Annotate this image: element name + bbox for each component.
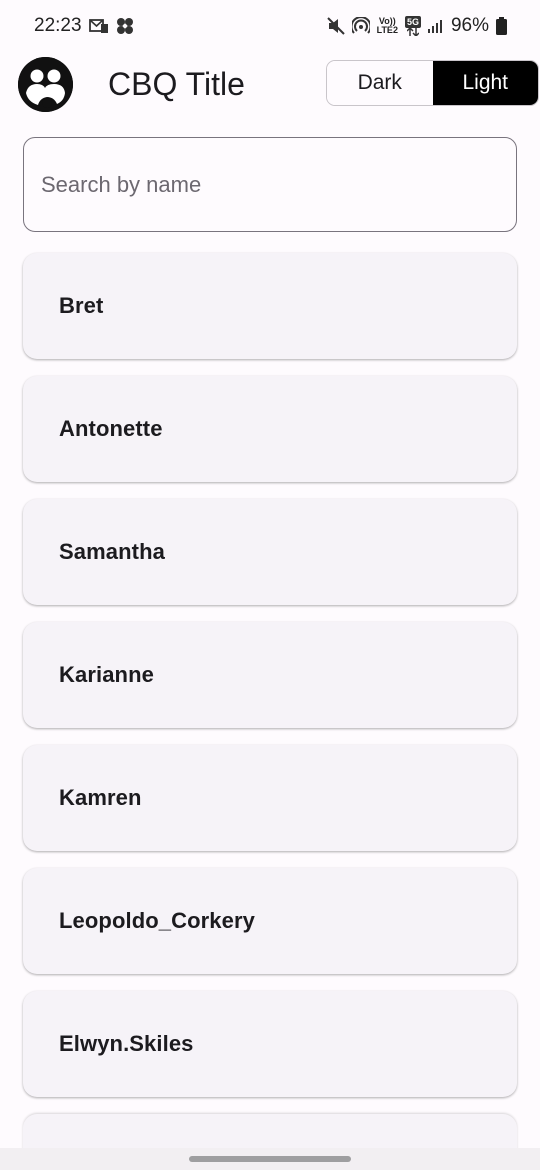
theme-dark-button[interactable]: Dark: [327, 61, 433, 105]
volte-indicator: Vo)) LTE2: [376, 16, 398, 35]
list-item[interactable]: Leopoldo_Corkery: [23, 868, 517, 974]
home-gesture-handle[interactable]: [189, 1156, 351, 1162]
list-item[interactable]: Karianne: [23, 622, 517, 728]
status-time: 22:23: [34, 15, 82, 36]
list-item[interactable]: Antonette: [23, 376, 517, 482]
page-title: CBQ Title: [108, 66, 245, 102]
list-item-name: Karianne: [59, 662, 154, 687]
app-bar: CBQ Title Dark Light: [0, 56, 540, 114]
mute-icon: [326, 17, 345, 35]
theme-light-button[interactable]: Light: [432, 61, 538, 105]
app-screen: 22:23 Vo)) LTE2 5G 96% CBQ Title Dark Li…: [0, 0, 540, 1170]
list-item-name: Samantha: [59, 539, 165, 564]
notification-pinwheel-icon: [116, 17, 134, 35]
hotspot-icon: [351, 17, 370, 35]
list-item[interactable]: Kamren: [23, 745, 517, 851]
battery-icon: [496, 17, 507, 35]
status-right: Vo)) LTE2 5G 96%: [326, 15, 507, 37]
list-item-name: Elwyn.Skiles: [59, 1031, 194, 1056]
notification-mail-icon: [88, 18, 109, 34]
list-item[interactable]: Bret: [23, 253, 517, 359]
status-left: 22:23: [34, 15, 134, 37]
search-input[interactable]: [41, 171, 516, 198]
list-item[interactable]: Elwyn.Skiles: [23, 991, 517, 1097]
user-list: Bret Antonette Samantha Karianne Kamren …: [23, 253, 517, 1170]
search-field: [23, 137, 517, 232]
list-item-name: Antonette: [59, 416, 163, 441]
network-5g-icon: 5G: [404, 16, 421, 36]
people-avatar-icon[interactable]: [18, 57, 73, 112]
battery-percent: 96%: [450, 15, 489, 36]
navigation-bar: [0, 1148, 540, 1170]
list-item[interactable]: Samantha: [23, 499, 517, 605]
theme-toggle: Dark Light: [326, 60, 539, 106]
list-item-name: Bret: [59, 293, 104, 318]
signal-icon: [427, 18, 444, 34]
status-bar: 22:23 Vo)) LTE2 5G 96%: [0, 0, 540, 52]
list-item-name: Kamren: [59, 785, 142, 810]
list-item-name: Leopoldo_Corkery: [59, 908, 255, 933]
